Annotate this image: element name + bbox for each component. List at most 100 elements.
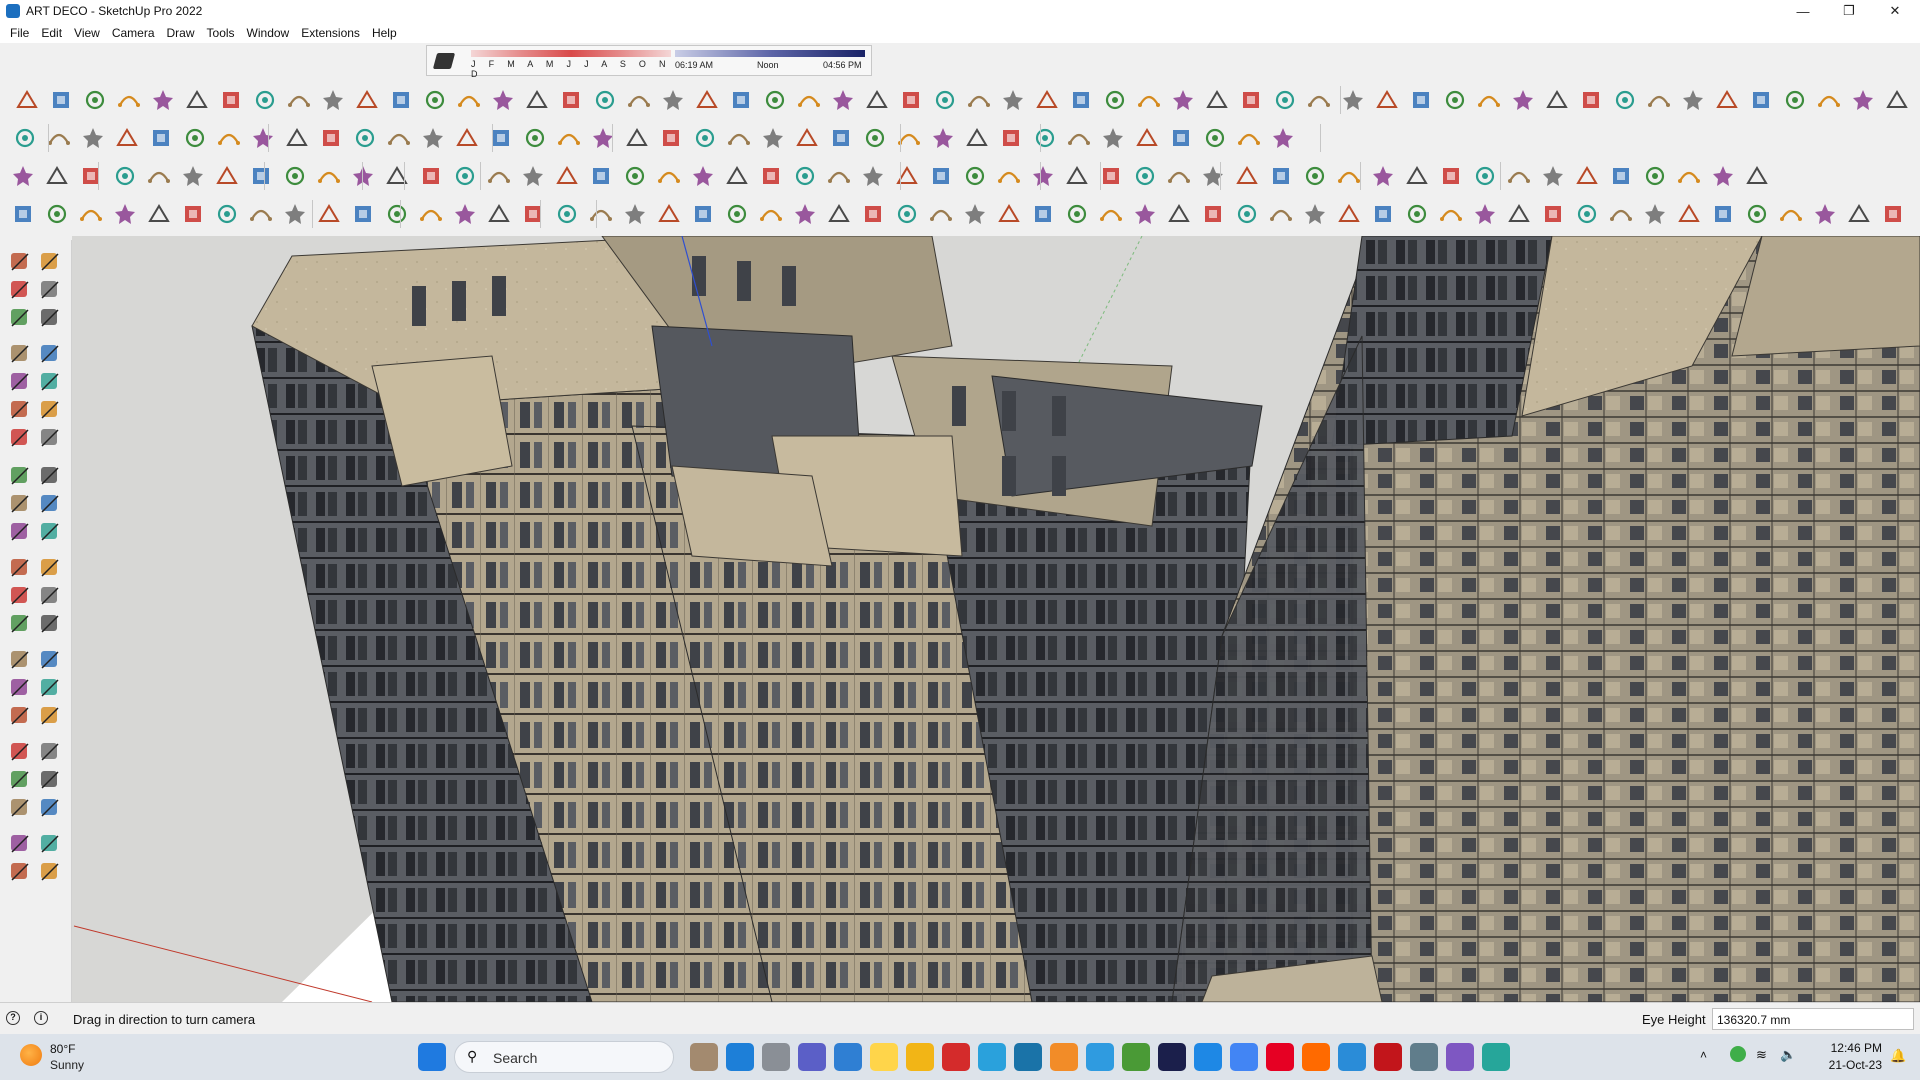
toolbar-tool-icon[interactable] (350, 163, 376, 189)
toolbar-tool-icon[interactable] (182, 125, 208, 151)
toolbar-tool-icon[interactable] (150, 87, 176, 113)
toolbar-tool-icon[interactable] (996, 201, 1022, 227)
arc-icon[interactable] (6, 424, 34, 452)
toolbar-tool-icon[interactable] (180, 201, 206, 227)
chrome-icon[interactable] (1482, 1043, 1510, 1071)
toolbar-tool-icon[interactable] (354, 87, 380, 113)
toolbar-tool-icon[interactable] (452, 163, 478, 189)
toolbar-tool-icon[interactable] (658, 125, 684, 151)
toolbar-tool-icon[interactable] (1136, 87, 1162, 113)
toolbar-tool-icon[interactable] (898, 87, 924, 113)
toolbar-tool-icon[interactable] (1404, 201, 1430, 227)
toolbar-tool-icon[interactable] (1272, 87, 1298, 113)
toolbar-tool-icon[interactable] (626, 87, 652, 113)
toolbar-tool-icon[interactable] (1238, 87, 1264, 113)
file-explorer-icon[interactable] (726, 1043, 754, 1071)
eraser-icon[interactable] (36, 276, 64, 304)
toolbar-tool-icon[interactable] (1168, 125, 1194, 151)
menu-camera[interactable]: Camera (106, 26, 161, 40)
toolbar-tool-icon[interactable] (1166, 163, 1192, 189)
scale-icon[interactable] (6, 554, 34, 582)
toolbar-tool-icon[interactable] (930, 125, 956, 151)
toolbar-tool-icon[interactable] (248, 201, 274, 227)
push-pull-icon[interactable] (36, 490, 64, 518)
pan-icon[interactable] (36, 674, 64, 702)
toolbar-tool-icon[interactable] (486, 201, 512, 227)
toolbar-tool-icon[interactable] (78, 201, 104, 227)
chrome-icon[interactable] (834, 1043, 862, 1071)
acrobat-icon[interactable] (1266, 1043, 1294, 1071)
opera-icon[interactable] (1086, 1043, 1114, 1071)
acrobat-icon[interactable] (942, 1043, 970, 1071)
shadow-time-slider[interactable]: 06:19 AM Noon 04:56 PM (675, 50, 865, 74)
polygon-icon[interactable] (36, 396, 64, 424)
toolbar-tool-icon[interactable] (180, 163, 206, 189)
freehand-icon[interactable] (36, 340, 64, 368)
toolbar-tool-icon[interactable] (456, 87, 482, 113)
toolbar-tool-icon[interactable] (1302, 163, 1328, 189)
toolbar-tool-icon[interactable] (80, 125, 106, 151)
toolbar-tool-icon[interactable] (418, 163, 444, 189)
toolbar-tool-icon[interactable] (1578, 87, 1604, 113)
windows-start-icon[interactable] (1014, 1043, 1042, 1071)
toolbar-tool-icon[interactable] (1442, 87, 1468, 113)
toolbar-tool-icon[interactable] (1506, 201, 1532, 227)
zoom-extents-icon[interactable] (6, 738, 34, 766)
toolbar-tool-icon[interactable] (418, 201, 444, 227)
toolbar-tool-icon[interactable] (656, 163, 682, 189)
toolbar-tool-icon[interactable] (1234, 201, 1260, 227)
toolbar-tool-icon[interactable] (146, 201, 172, 227)
toolbar-tool-icon[interactable] (1782, 87, 1808, 113)
rectangle-icon[interactable] (6, 368, 34, 396)
toolbar-tool-icon[interactable] (1646, 87, 1672, 113)
toolbar-tool-icon[interactable] (724, 201, 750, 227)
toolbar-tool-icon[interactable] (1302, 201, 1328, 227)
toolbar-tool-icon[interactable] (1098, 163, 1124, 189)
file-explorer-icon[interactable] (1374, 1043, 1402, 1071)
toolbar-tool-icon[interactable] (318, 125, 344, 151)
sketchup-icon[interactable] (906, 1043, 934, 1071)
notification-bell-icon[interactable]: 🔔 (1890, 1048, 1906, 1064)
weather-temperature[interactable]: 80°F (50, 1042, 75, 1056)
toolbar-tool-icon[interactable] (1306, 87, 1332, 113)
orbit-camera-icon[interactable] (6, 674, 34, 702)
toolbar-tool-icon[interactable] (1268, 201, 1294, 227)
shadows-toggle-icon[interactable] (432, 53, 456, 69)
toolbar-tool-icon[interactable] (282, 201, 308, 227)
circle-icon[interactable] (6, 396, 34, 424)
toolbar-tool-icon[interactable] (1170, 87, 1196, 113)
menu-edit[interactable]: Edit (35, 26, 68, 40)
toolbar-tool-icon[interactable] (1202, 125, 1228, 151)
menu-tools[interactable]: Tools (201, 26, 241, 40)
toolbar-tool-icon[interactable] (146, 163, 172, 189)
toolbar-tool-icon[interactable] (384, 163, 410, 189)
toolbar-tool-icon[interactable] (758, 201, 784, 227)
toolbar-tool-icon[interactable] (524, 87, 550, 113)
component-icon[interactable] (6, 304, 34, 332)
wifi-icon[interactable]: ≋ (1756, 1047, 1767, 1063)
toolbar-tool-icon[interactable] (1166, 201, 1192, 227)
info-icon[interactable]: i (34, 1011, 48, 1025)
telegram-icon[interactable] (1446, 1043, 1474, 1071)
toolbar-tool-icon[interactable] (1370, 163, 1396, 189)
paint-bucket-icon[interactable] (6, 276, 34, 304)
line-icon[interactable] (6, 340, 34, 368)
toolbar-tool-icon[interactable] (1030, 163, 1056, 189)
3d-text-icon[interactable] (36, 646, 64, 674)
toolbar-tool-icon[interactable] (388, 87, 414, 113)
toolbar-tool-icon[interactable] (1374, 87, 1400, 113)
toolbar-tool-icon[interactable] (1438, 201, 1464, 227)
toolbar-tool-icon[interactable] (1472, 163, 1498, 189)
pinterest-icon[interactable] (1194, 1043, 1222, 1071)
toolbar-tool-icon[interactable] (252, 87, 278, 113)
pie-icon[interactable] (6, 462, 34, 490)
toolbar-tool-icon[interactable] (1030, 201, 1056, 227)
toolbar-tool-icon[interactable] (830, 87, 856, 113)
walk-icon[interactable] (6, 794, 34, 822)
toolbar-tool-icon[interactable] (826, 163, 852, 189)
toolbar-tool-icon[interactable] (350, 201, 376, 227)
section-plane-icon[interactable] (36, 794, 64, 822)
toolbar-tool-icon[interactable] (1032, 125, 1058, 151)
toolbar-tool-icon[interactable] (556, 125, 582, 151)
toolbar-tool-icon[interactable] (660, 87, 686, 113)
